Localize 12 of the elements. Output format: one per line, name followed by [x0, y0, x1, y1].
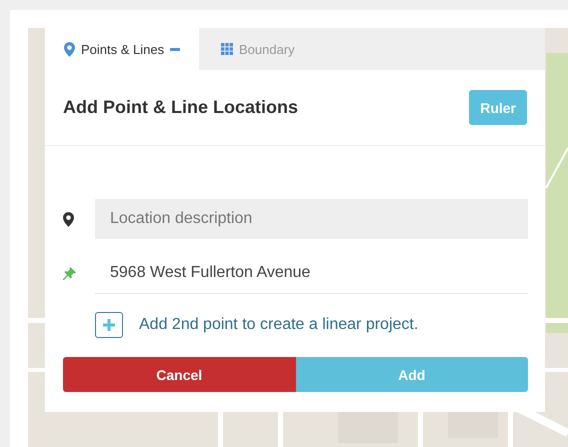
location-field[interactable]: Location description — [95, 199, 528, 239]
add-point-button[interactable] — [95, 312, 123, 338]
minus-icon[interactable] — [170, 48, 180, 50]
plus-icon — [102, 318, 116, 332]
grid-icon — [221, 43, 233, 55]
pin-icon — [64, 42, 75, 56]
address-field[interactable]: 5968 West Fullerton Avenue — [95, 252, 528, 294]
add-point-link[interactable]: Add 2nd point to create a linear project. — [139, 316, 418, 334]
cancel-button[interactable]: Cancel — [63, 357, 296, 392]
pin-icon — [63, 212, 74, 226]
panel-title: Add Point & Line Locations — [63, 97, 298, 118]
pushpin-icon — [63, 266, 76, 280]
